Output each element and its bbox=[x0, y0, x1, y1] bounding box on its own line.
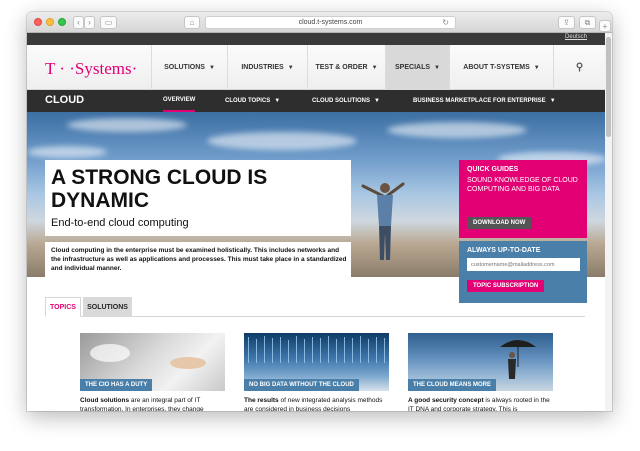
cloud-shape bbox=[27, 146, 107, 158]
email-field[interactable] bbox=[467, 258, 580, 271]
scrollbar-thumb[interactable] bbox=[606, 37, 611, 137]
nav-about[interactable]: ABOUT T-SYSTEMS ▼ bbox=[449, 45, 553, 90]
chevron-left-icon: ‹ bbox=[77, 18, 80, 27]
hero-subheadline: End-to-end cloud computing bbox=[51, 217, 189, 229]
card-image-umbrella-man: THE CLOUD MEANS MORE bbox=[408, 333, 553, 391]
topic-subscription-button[interactable]: TOPIC SUBSCRIPTION bbox=[467, 280, 545, 292]
url-text: cloud.t-systems.com bbox=[298, 19, 363, 26]
back-button[interactable]: ‹ bbox=[73, 16, 84, 29]
main-navigation: T · ·Systems· SOLUTIONS ▼ INDUSTRIES ▼ TES… bbox=[27, 45, 612, 90]
utility-bar: Deutsch bbox=[27, 33, 612, 45]
card-text: The results of new integrated analysis m… bbox=[244, 396, 389, 411]
card-caption: NO BIG DATA WITHOUT THE CLOUD bbox=[244, 379, 359, 391]
nav-label: TEST & ORDER bbox=[315, 64, 368, 71]
card-text: A good security concept is always rooted… bbox=[408, 396, 553, 411]
person-arms-outstretched-image bbox=[361, 182, 405, 260]
page-scrollbar[interactable] bbox=[605, 33, 612, 411]
subnav-overview[interactable]: OVERVIEW bbox=[163, 90, 196, 112]
caret-down-icon: ▼ bbox=[549, 98, 556, 104]
tabs-icon: ⧉ bbox=[584, 18, 591, 27]
share-icon: ⇪ bbox=[563, 18, 570, 27]
minimize-window-button[interactable] bbox=[46, 18, 54, 26]
subnav-label: CLOUD TOPICS bbox=[225, 98, 271, 104]
share-button[interactable]: ⇪ bbox=[558, 16, 575, 29]
intro-box: Cloud computing in the enterprise must b… bbox=[45, 242, 351, 278]
subnav-cloud-topics[interactable]: CLOUD TOPICS ▼ bbox=[225, 90, 280, 112]
sidebar-button[interactable]: ▭ bbox=[100, 16, 117, 29]
section-navigation: CLOUD OVERVIEW CLOUD TOPICS ▼ CLOUD SOLUT… bbox=[27, 90, 612, 112]
subscription-panel: ALWAYS UP-TO-DATE TOPIC SUBSCRIPTION bbox=[459, 241, 587, 303]
zoom-window-button[interactable] bbox=[58, 18, 66, 26]
show-tabs-button[interactable]: ⧉ bbox=[579, 16, 596, 29]
card-text-bold: A good security concept bbox=[408, 397, 484, 404]
subscription-title: ALWAYS UP-TO-DATE bbox=[467, 247, 541, 254]
subnav-label: CLOUD SOLUTIONS bbox=[312, 98, 370, 104]
topic-card[interactable]: THE CLOUD MEANS MORE A good security con… bbox=[408, 333, 553, 411]
subnav-cloud-solutions[interactable]: CLOUD SOLUTIONS ▼ bbox=[312, 90, 380, 112]
new-tab-button[interactable]: + bbox=[599, 20, 611, 32]
browser-window: ‹ › ▭ ⌂ cloud.t-systems.com ↻ ⇪ ⧉ + Deut… bbox=[27, 12, 612, 411]
headline-box: A STRONG CLOUD IS DYNAMIC End-to-end clo… bbox=[45, 160, 351, 236]
forward-button[interactable]: › bbox=[84, 16, 95, 29]
cloud-shape bbox=[207, 132, 357, 150]
subnav-business-marketplace[interactable]: BUSINESS MARKETPLACE FOR ENTERPRISE ▼ bbox=[413, 90, 556, 112]
nav-label: INDUSTRIES bbox=[241, 64, 284, 71]
card-text: Cloud solutions are an integral part of … bbox=[80, 396, 225, 411]
browser-toolbar: ‹ › ▭ ⌂ cloud.t-systems.com ↻ ⇪ ⧉ + bbox=[27, 12, 612, 33]
topic-card[interactable]: NO BIG DATA WITHOUT THE CLOUD The result… bbox=[244, 333, 389, 411]
caret-down-icon: ▼ bbox=[434, 64, 440, 71]
nav-search[interactable]: ⚲ bbox=[553, 45, 605, 90]
nav-industries[interactable]: INDUSTRIES ▼ bbox=[227, 45, 307, 90]
section-title: CLOUD bbox=[45, 94, 85, 106]
card-text-bold: The results bbox=[244, 397, 279, 404]
tab-solutions[interactable]: SOLUTIONS bbox=[83, 297, 132, 317]
chevron-right-icon: › bbox=[88, 18, 91, 27]
card-text-bold: Cloud solutions bbox=[80, 397, 130, 404]
caret-down-icon: ▼ bbox=[374, 98, 380, 104]
nav-specials[interactable]: SPECIALS ▼ bbox=[385, 45, 449, 90]
search-icon: ⚲ bbox=[575, 62, 584, 73]
caret-down-icon: ▼ bbox=[371, 64, 378, 71]
topic-card[interactable]: THE CIO HAS A DUTY Cloud solutions are a… bbox=[80, 333, 225, 411]
hero-intro-text: Cloud computing in the enterprise must b… bbox=[51, 247, 347, 272]
content-tabs: TOPICS SOLUTIONS bbox=[45, 297, 585, 317]
quick-guides-title: QUICK GUIDES bbox=[467, 166, 519, 173]
nav-label: ABOUT T-SYSTEMS bbox=[463, 64, 530, 71]
nav-label: SOLUTIONS bbox=[164, 64, 205, 71]
t-systems-logo[interactable]: T · ·Systems· bbox=[45, 59, 137, 79]
caret-down-icon: ▼ bbox=[274, 98, 281, 104]
card-caption: THE CLOUD MEANS MORE bbox=[408, 379, 496, 391]
nav-solutions[interactable]: SOLUTIONS ▼ bbox=[151, 45, 227, 90]
subnav-label: OVERVIEW bbox=[163, 97, 196, 103]
sidebar-icon: ▭ bbox=[104, 18, 113, 27]
caret-down-icon: ▼ bbox=[287, 64, 294, 71]
nav-label: SPECIALS bbox=[395, 64, 431, 71]
home-button[interactable]: ⌂ bbox=[184, 16, 200, 29]
subnav-label: BUSINESS MARKETPLACE FOR ENTERPRISE bbox=[413, 98, 546, 104]
download-now-button[interactable]: DOWNLOAD NOW bbox=[467, 217, 532, 229]
nav-test-order[interactable]: TEST & ORDER ▼ bbox=[307, 45, 385, 90]
caret-down-icon: ▼ bbox=[533, 64, 540, 71]
cloud-shape bbox=[387, 122, 527, 138]
caret-down-icon: ▼ bbox=[208, 64, 215, 71]
quick-guides-description: SOUND KNOWLEDGE OF CLOUD COMPUTING AND B… bbox=[467, 177, 578, 193]
card-caption: THE CIO HAS A DUTY bbox=[80, 379, 153, 391]
language-link[interactable]: Deutsch bbox=[565, 34, 587, 40]
tab-topics[interactable]: TOPICS bbox=[45, 297, 81, 317]
reload-icon[interactable]: ↻ bbox=[442, 17, 449, 28]
plus-icon: + bbox=[602, 22, 608, 31]
home-icon: ⌂ bbox=[189, 18, 195, 27]
close-window-button[interactable] bbox=[34, 18, 42, 26]
card-image-hand-cloud: THE CIO HAS A DUTY bbox=[80, 333, 225, 391]
quick-guides-panel: QUICK GUIDES SOUND KNOWLEDGE OF CLOUD CO… bbox=[459, 160, 587, 238]
cloud-shape bbox=[67, 118, 187, 132]
address-bar[interactable]: cloud.t-systems.com ↻ bbox=[205, 16, 456, 29]
card-image-data-sky: NO BIG DATA WITHOUT THE CLOUD bbox=[244, 333, 389, 391]
hero-headline: A STRONG CLOUD IS DYNAMIC bbox=[51, 166, 268, 212]
